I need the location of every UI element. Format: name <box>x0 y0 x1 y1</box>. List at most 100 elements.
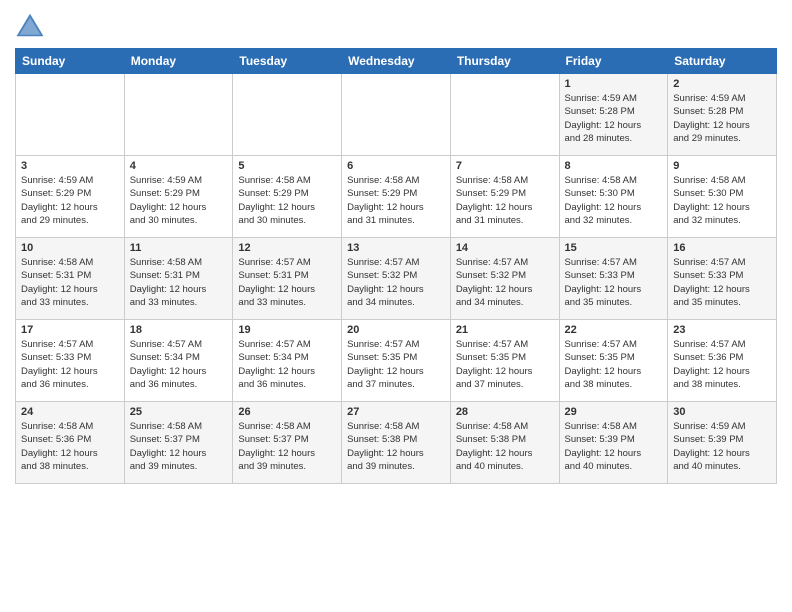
day-info: Sunrise: 4:58 AM Sunset: 5:37 PM Dayligh… <box>130 420 228 473</box>
day-info: Sunrise: 4:57 AM Sunset: 5:33 PM Dayligh… <box>21 338 119 391</box>
cell-week1-day3 <box>342 74 451 156</box>
day-number: 3 <box>21 160 119 172</box>
day-number: 23 <box>673 324 771 336</box>
day-number: 8 <box>565 160 663 172</box>
cell-week2-day3: 6 Sunrise: 4:58 AM Sunset: 5:29 PM Daylig… <box>342 156 451 238</box>
week-row-2: 3 Sunrise: 4:59 AM Sunset: 5:29 PM Daylig… <box>16 156 777 238</box>
day-info: Sunrise: 4:59 AM Sunset: 5:39 PM Dayligh… <box>673 420 771 473</box>
day-number: 16 <box>673 242 771 254</box>
page: Sunday Monday Tuesday Wednesday Thursday… <box>0 0 792 612</box>
cell-week5-day6: 30 Sunrise: 4:59 AM Sunset: 5:39 PM Dayli… <box>668 402 777 484</box>
day-number: 29 <box>565 406 663 418</box>
cell-week3-day3: 13 Sunrise: 4:57 AM Sunset: 5:32 PM Dayli… <box>342 238 451 320</box>
cell-week2-day1: 4Sunrise: 4:59 AM Sunset: 5:29 PM Daylig… <box>124 156 233 238</box>
day-info: Sunrise: 4:58 AM Sunset: 5:29 PM Dayligh… <box>347 174 445 227</box>
cell-week3-day4: 14 Sunrise: 4:57 AM Sunset: 5:32 PM Dayli… <box>450 238 559 320</box>
day-info: Sunrise: 4:57 AM Sunset: 5:36 PM Dayligh… <box>673 338 771 391</box>
day-info: Sunrise: 4:58 AM Sunset: 5:37 PM Dayligh… <box>238 420 336 473</box>
day-info: Sunrise: 4:57 AM Sunset: 5:35 PM Dayligh… <box>456 338 554 391</box>
logo-icon <box>15 10 45 40</box>
day-number: 26 <box>238 406 336 418</box>
cell-week1-day5: 1Sunrise: 4:59 AM Sunset: 5:28 PM Daylig… <box>559 74 668 156</box>
cell-week4-day6: 23 Sunrise: 4:57 AM Sunset: 5:36 PM Dayli… <box>668 320 777 402</box>
cell-week3-day1: 11 Sunrise: 4:58 AM Sunset: 5:31 PM Dayli… <box>124 238 233 320</box>
day-info: Sunrise: 4:58 AM Sunset: 5:31 PM Dayligh… <box>21 256 119 309</box>
day-number: 19 <box>238 324 336 336</box>
calendar-table: Sunday Monday Tuesday Wednesday Thursday… <box>15 48 777 484</box>
week-row-1: 1Sunrise: 4:59 AM Sunset: 5:28 PM Daylig… <box>16 74 777 156</box>
day-number: 5 <box>238 160 336 172</box>
cell-week1-day6: 2 Sunrise: 4:59 AM Sunset: 5:28 PM Daylig… <box>668 74 777 156</box>
cell-week3-day5: 15 Sunrise: 4:57 AM Sunset: 5:33 PM Dayli… <box>559 238 668 320</box>
week-row-5: 24 Sunrise: 4:58 AM Sunset: 5:36 PM Dayli… <box>16 402 777 484</box>
day-number: 12 <box>238 242 336 254</box>
day-info: Sunrise: 4:57 AM Sunset: 5:35 PM Dayligh… <box>347 338 445 391</box>
day-number: 10 <box>21 242 119 254</box>
day-info: Sunrise: 4:59 AM Sunset: 5:28 PM Dayligh… <box>673 92 771 145</box>
cell-week4-day0: 17 Sunrise: 4:57 AM Sunset: 5:33 PM Dayli… <box>16 320 125 402</box>
day-number: 22 <box>565 324 663 336</box>
week-row-3: 10 Sunrise: 4:58 AM Sunset: 5:31 PM Dayli… <box>16 238 777 320</box>
day-info: Sunrise: 4:57 AM Sunset: 5:35 PM Dayligh… <box>565 338 663 391</box>
cell-week4-day5: 22 Sunrise: 4:57 AM Sunset: 5:35 PM Dayli… <box>559 320 668 402</box>
cell-week4-day4: 21Sunrise: 4:57 AM Sunset: 5:35 PM Dayli… <box>450 320 559 402</box>
cell-week4-day3: 20Sunrise: 4:57 AM Sunset: 5:35 PM Dayli… <box>342 320 451 402</box>
day-info: Sunrise: 4:58 AM Sunset: 5:30 PM Dayligh… <box>565 174 663 227</box>
day-number: 25 <box>130 406 228 418</box>
cell-week4-day2: 19 Sunrise: 4:57 AM Sunset: 5:34 PM Dayli… <box>233 320 342 402</box>
day-number: 13 <box>347 242 445 254</box>
day-info: Sunrise: 4:57 AM Sunset: 5:32 PM Dayligh… <box>456 256 554 309</box>
cell-week5-day5: 29Sunrise: 4:58 AM Sunset: 5:39 PM Dayli… <box>559 402 668 484</box>
header-thursday: Thursday <box>450 49 559 74</box>
day-info: Sunrise: 4:59 AM Sunset: 5:28 PM Dayligh… <box>565 92 663 145</box>
cell-week1-day4 <box>450 74 559 156</box>
cell-week1-day2 <box>233 74 342 156</box>
day-info: Sunrise: 4:58 AM Sunset: 5:29 PM Dayligh… <box>456 174 554 227</box>
header-friday: Friday <box>559 49 668 74</box>
day-number: 27 <box>347 406 445 418</box>
header-monday: Monday <box>124 49 233 74</box>
day-info: Sunrise: 4:58 AM Sunset: 5:29 PM Dayligh… <box>238 174 336 227</box>
cell-week2-day0: 3 Sunrise: 4:59 AM Sunset: 5:29 PM Daylig… <box>16 156 125 238</box>
day-number: 7 <box>456 160 554 172</box>
day-number: 18 <box>130 324 228 336</box>
day-number: 14 <box>456 242 554 254</box>
cell-week3-day6: 16 Sunrise: 4:57 AM Sunset: 5:33 PM Dayli… <box>668 238 777 320</box>
cell-week3-day0: 10 Sunrise: 4:58 AM Sunset: 5:31 PM Dayli… <box>16 238 125 320</box>
day-number: 9 <box>673 160 771 172</box>
day-number: 17 <box>21 324 119 336</box>
weekday-header-row: Sunday Monday Tuesday Wednesday Thursday… <box>16 49 777 74</box>
header-tuesday: Tuesday <box>233 49 342 74</box>
day-number: 6 <box>347 160 445 172</box>
day-info: Sunrise: 4:57 AM Sunset: 5:33 PM Dayligh… <box>673 256 771 309</box>
week-row-4: 17 Sunrise: 4:57 AM Sunset: 5:33 PM Dayli… <box>16 320 777 402</box>
header <box>15 10 777 40</box>
day-info: Sunrise: 4:58 AM Sunset: 5:38 PM Dayligh… <box>456 420 554 473</box>
cell-week3-day2: 12 Sunrise: 4:57 AM Sunset: 5:31 PM Dayli… <box>233 238 342 320</box>
cell-week4-day1: 18 Sunrise: 4:57 AM Sunset: 5:34 PM Dayli… <box>124 320 233 402</box>
day-number: 11 <box>130 242 228 254</box>
cell-week5-day1: 25 Sunrise: 4:58 AM Sunset: 5:37 PM Dayli… <box>124 402 233 484</box>
day-info: Sunrise: 4:59 AM Sunset: 5:29 PM Dayligh… <box>21 174 119 227</box>
day-info: Sunrise: 4:58 AM Sunset: 5:36 PM Dayligh… <box>21 420 119 473</box>
day-info: Sunrise: 4:57 AM Sunset: 5:33 PM Dayligh… <box>565 256 663 309</box>
day-info: Sunrise: 4:57 AM Sunset: 5:31 PM Dayligh… <box>238 256 336 309</box>
header-wednesday: Wednesday <box>342 49 451 74</box>
day-info: Sunrise: 4:57 AM Sunset: 5:34 PM Dayligh… <box>130 338 228 391</box>
cell-week2-day6: 9 Sunrise: 4:58 AM Sunset: 5:30 PM Daylig… <box>668 156 777 238</box>
day-info: Sunrise: 4:57 AM Sunset: 5:34 PM Dayligh… <box>238 338 336 391</box>
cell-week1-day1 <box>124 74 233 156</box>
day-number: 15 <box>565 242 663 254</box>
day-number: 24 <box>21 406 119 418</box>
day-info: Sunrise: 4:58 AM Sunset: 5:30 PM Dayligh… <box>673 174 771 227</box>
logo <box>15 10 49 40</box>
day-info: Sunrise: 4:57 AM Sunset: 5:32 PM Dayligh… <box>347 256 445 309</box>
cell-week1-day0 <box>16 74 125 156</box>
cell-week5-day0: 24 Sunrise: 4:58 AM Sunset: 5:36 PM Dayli… <box>16 402 125 484</box>
day-number: 4 <box>130 160 228 172</box>
day-number: 2 <box>673 78 771 90</box>
day-number: 28 <box>456 406 554 418</box>
cell-week2-day5: 8 Sunrise: 4:58 AM Sunset: 5:30 PM Daylig… <box>559 156 668 238</box>
day-info: Sunrise: 4:58 AM Sunset: 5:31 PM Dayligh… <box>130 256 228 309</box>
day-number: 30 <box>673 406 771 418</box>
